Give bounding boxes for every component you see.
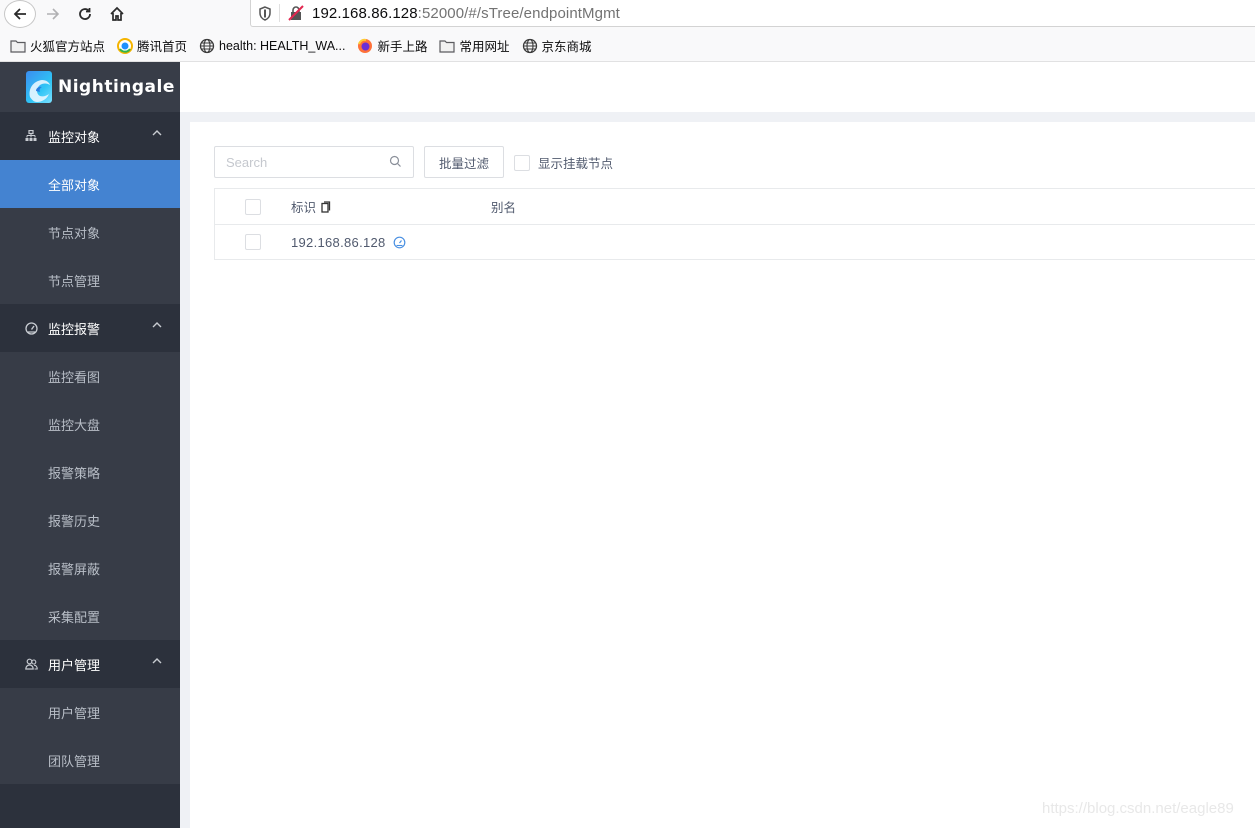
bookmark-label: 新手上路 bbox=[377, 40, 428, 54]
nightingale-logo-icon bbox=[26, 71, 52, 103]
bookmark-item[interactable]: 腾讯首页 bbox=[117, 35, 187, 57]
url-bar[interactable]: 192.168.86.128:52000/#/sTree/endpointMgm… bbox=[250, 0, 1255, 27]
table-header: 标识 别名 bbox=[215, 189, 1255, 224]
menu-group-label: 监控对象 bbox=[48, 129, 101, 145]
column-label: 标识 bbox=[291, 201, 317, 215]
browser-toolbar: 192.168.86.128:52000/#/sTree/endpointMgm… bbox=[0, 0, 1255, 30]
copy-icon[interactable] bbox=[321, 200, 331, 213]
menu-group-label: 用户管理 bbox=[48, 657, 101, 673]
menu-group-user-management[interactable]: 用户管理 bbox=[0, 640, 180, 688]
main-content: 批量过滤 显示挂载节点 标识 别名 192.168.86.128 bbox=[180, 62, 1255, 828]
menu-group-label: 监控报警 bbox=[48, 321, 101, 337]
globe-icon bbox=[199, 38, 215, 54]
sidebar-item-users[interactable]: 用户管理 bbox=[0, 688, 180, 736]
brand[interactable]: Nightingale bbox=[0, 62, 180, 112]
home-icon bbox=[110, 6, 124, 21]
chevron-up-icon bbox=[152, 320, 162, 330]
select-all-cell bbox=[215, 198, 291, 215]
sidebar-item-collect-config[interactable]: 采集配置 bbox=[0, 592, 180, 640]
batch-filter-button[interactable]: 批量过滤 bbox=[424, 146, 504, 178]
search-input[interactable] bbox=[226, 154, 386, 170]
sidebar-item-alert-history[interactable]: 报警历史 bbox=[0, 496, 180, 544]
search-field[interactable] bbox=[214, 146, 414, 178]
show-mounted-nodes-checkbox[interactable]: 显示挂载节点 bbox=[514, 153, 613, 172]
brand-name: Nightingale bbox=[58, 77, 175, 97]
sidebar-item-monitor-charts[interactable]: 监控看图 bbox=[0, 352, 180, 400]
back-button[interactable] bbox=[4, 0, 36, 28]
chevron-up-icon bbox=[152, 128, 162, 138]
main-header bbox=[180, 62, 1255, 112]
dashboard-icon[interactable] bbox=[393, 236, 406, 249]
column-header-ident: 标识 bbox=[291, 197, 491, 216]
bookmark-label: health: HEALTH_WA... bbox=[219, 38, 346, 53]
ident-value: 192.168.86.128 bbox=[291, 234, 386, 250]
menu-group-monitor-objects[interactable]: 监控对象 bbox=[0, 112, 180, 160]
dashboard-icon bbox=[24, 321, 38, 335]
bookmark-item[interactable]: 京东商城 bbox=[522, 35, 592, 57]
sidebar-item-monitor-dashboard[interactable]: 监控大盘 bbox=[0, 400, 180, 448]
submenu-user-management: 用户管理 团队管理 bbox=[0, 688, 180, 784]
users-icon bbox=[24, 657, 38, 671]
table-row: 192.168.86.128 bbox=[215, 224, 1255, 259]
reload-icon bbox=[79, 8, 91, 20]
url-host: 192.168.86.128 bbox=[312, 4, 418, 22]
bookmark-label: 常用网址 bbox=[459, 40, 510, 54]
select-all-checkbox[interactable] bbox=[245, 198, 261, 215]
column-header-alias: 别名 bbox=[491, 201, 517, 215]
arrow-left-icon bbox=[13, 8, 26, 20]
sidebar-item-node-management[interactable]: 节点管理 bbox=[0, 256, 180, 304]
bookmark-label: 火狐官方站点 bbox=[30, 40, 106, 54]
reload-button[interactable] bbox=[72, 0, 98, 28]
bookmark-item[interactable]: 火狐官方站点 bbox=[10, 35, 105, 57]
row-checkbox[interactable] bbox=[245, 234, 261, 250]
arrow-right-icon bbox=[47, 8, 60, 20]
chevron-up-icon bbox=[152, 656, 162, 666]
forward-button[interactable] bbox=[40, 0, 66, 28]
shield-icon[interactable] bbox=[251, 5, 279, 21]
watermark: https://blog.csdn.net/eagle89 bbox=[1042, 800, 1234, 817]
ident-cell: 192.168.86.128 bbox=[291, 235, 491, 250]
folder-icon bbox=[439, 38, 456, 54]
bookmark-item[interactable]: health: HEALTH_WA... bbox=[199, 35, 345, 57]
home-button[interactable] bbox=[104, 0, 130, 28]
insecure-lock-icon[interactable] bbox=[288, 5, 306, 21]
show-mounted-nodes-label: 显示挂载节点 bbox=[538, 157, 614, 171]
sitemap-icon bbox=[24, 129, 38, 143]
sidebar-item-node-objects[interactable]: 节点对象 bbox=[0, 208, 180, 256]
sidebar-item-teams[interactable]: 团队管理 bbox=[0, 736, 180, 784]
url-separator bbox=[279, 4, 280, 22]
firefox-icon bbox=[357, 38, 373, 54]
sidebar-item-alert-mute[interactable]: 报警屏蔽 bbox=[0, 544, 180, 592]
submenu-monitor-objects: 全部对象 节点对象 节点管理 bbox=[0, 160, 180, 304]
folder-icon bbox=[10, 38, 26, 54]
bookmark-label: 京东商城 bbox=[541, 40, 592, 54]
endpoint-panel: 批量过滤 显示挂载节点 标识 别名 192.168.86.128 bbox=[190, 122, 1255, 828]
url-text[interactable]: 192.168.86.128:52000/#/sTree/endpointMgm… bbox=[312, 5, 620, 22]
bookmarks-toolbar: 火狐官方站点 腾讯首页 health: HEALTH_WA... 新手上路 常用… bbox=[0, 30, 1255, 62]
submenu-monitor-alerts: 监控看图 监控大盘 报警策略 报警历史 报警屏蔽 采集配置 bbox=[0, 352, 180, 640]
checkbox[interactable] bbox=[514, 154, 530, 171]
menu-group-monitor-alerts[interactable]: 监控报警 bbox=[0, 304, 180, 352]
sidebar-item-all-objects[interactable]: 全部对象 bbox=[0, 160, 180, 208]
bookmark-item[interactable]: 常用网址 bbox=[439, 35, 510, 57]
bookmark-label: 腾讯首页 bbox=[137, 40, 188, 54]
search-icon[interactable] bbox=[389, 155, 403, 169]
row-select-cell bbox=[215, 234, 291, 250]
tencent-icon bbox=[117, 37, 134, 54]
url-path: :52000/#/sTree/endpointMgmt bbox=[417, 4, 620, 22]
sidebar-item-alert-strategy[interactable]: 报警策略 bbox=[0, 448, 180, 496]
sidebar: Nightingale 监控对象 全部对象 节点对象 节点管理 监控报警 监控看… bbox=[0, 62, 180, 828]
endpoint-table: 标识 别名 192.168.86.128 bbox=[214, 188, 1255, 260]
globe-icon bbox=[522, 38, 538, 54]
bookmark-item[interactable]: 新手上路 bbox=[357, 35, 427, 57]
